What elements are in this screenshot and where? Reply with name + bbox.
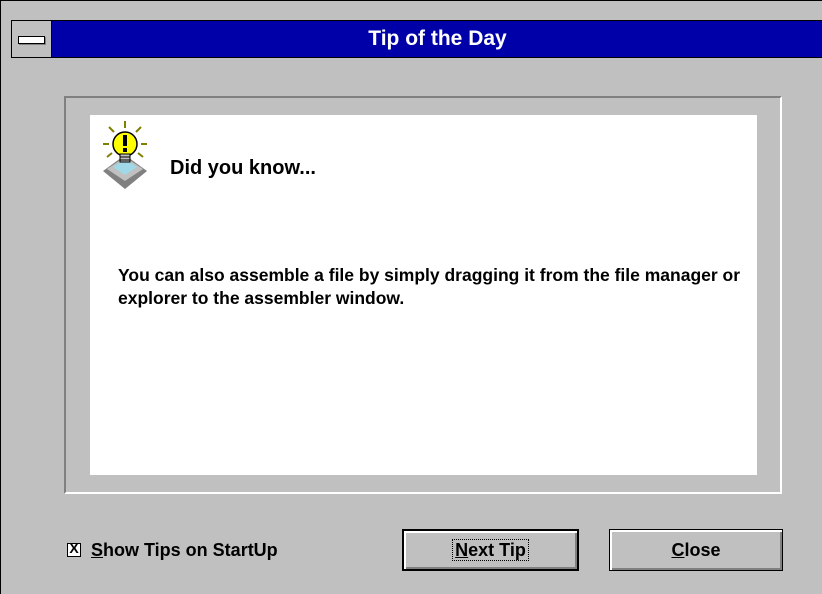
show-tips-checkbox[interactable]: X <box>67 540 81 557</box>
tip-of-the-day-dialog: Tip of the Day Did you know... You can a… <box>0 0 822 594</box>
next-tip-label: ext Tip <box>468 540 526 560</box>
tip-panel: Did you know... You can also assemble a … <box>90 115 757 475</box>
show-tips-label-text: how Tips on StartUp <box>103 539 278 560</box>
next-tip-mnemonic: N <box>455 540 469 560</box>
close-button[interactable]: Close <box>609 529 783 571</box>
tip-text: You can also assemble a file by simply d… <box>118 265 741 308</box>
tip-heading: Did you know... <box>170 157 316 179</box>
show-tips-checkbox-row[interactable]: X Show Tips on StartUp <box>67 539 278 561</box>
show-tips-label-mnemonic: S <box>91 539 104 560</box>
system-menu-icon <box>18 36 45 44</box>
close-label: lose <box>684 539 721 560</box>
close-mnemonic: C <box>671 539 685 560</box>
checkmark-icon: X <box>69 540 79 556</box>
window-title: Tip of the Day <box>368 27 507 50</box>
lightbulb-icon <box>103 121 147 189</box>
next-tip-focus: Next Tip <box>452 539 529 561</box>
title-bar[interactable]: Tip of the Day <box>11 20 822 58</box>
next-tip-button[interactable]: Next Tip <box>402 529 579 571</box>
show-tips-label[interactable]: Show Tips on StartUp <box>91 540 278 561</box>
system-menu-button[interactable] <box>12 21 52 57</box>
